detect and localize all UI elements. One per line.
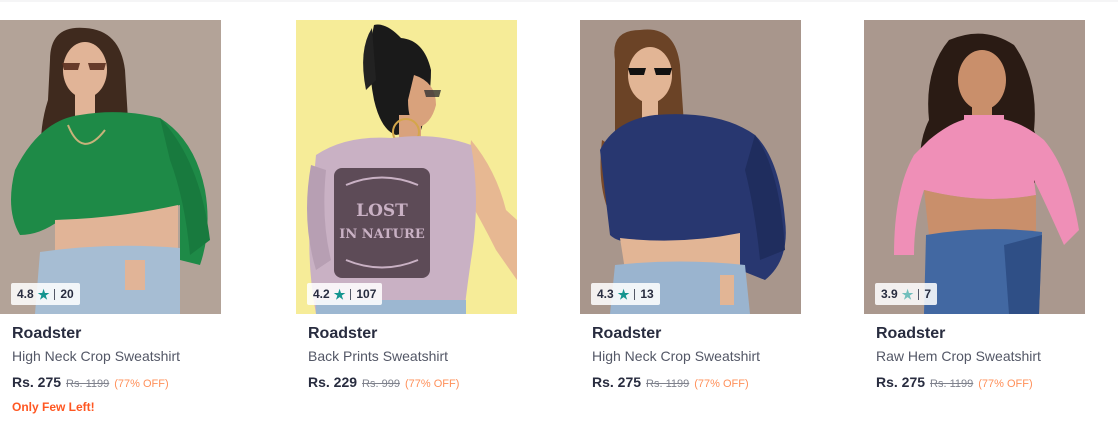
rating-count: 20 bbox=[60, 287, 74, 301]
product-price: Rs. 275 Rs. 1199 (77% OFF) bbox=[876, 374, 1033, 390]
product-price: Rs. 275 Rs. 1199 (77% OFF) bbox=[592, 374, 749, 390]
product-price: Rs. 229 Rs. 999 (77% OFF) bbox=[308, 374, 459, 390]
product-card[interactable]: 4.3 ★ 13 Roadster High Neck Crop Sweatsh… bbox=[580, 20, 801, 420]
discounted-price: Rs. 229 bbox=[308, 374, 358, 390]
star-icon: ★ bbox=[901, 286, 914, 302]
top-divider bbox=[0, 0, 1118, 2]
rating-badge: 3.9 ★ 7 bbox=[875, 283, 938, 305]
rating-count: 7 bbox=[924, 287, 932, 301]
product-brand: Roadster bbox=[876, 325, 946, 342]
discounted-price: Rs. 275 bbox=[12, 374, 62, 390]
discounted-price: Rs. 275 bbox=[876, 374, 926, 390]
discount-percent: (77% OFF) bbox=[404, 378, 460, 390]
svg-text:IN NATURE: IN NATURE bbox=[339, 227, 425, 242]
product-brand: Roadster bbox=[592, 325, 662, 342]
product-photo bbox=[0, 20, 221, 314]
product-brand: Roadster bbox=[12, 325, 82, 342]
product-photo bbox=[580, 20, 801, 314]
rating-value: 3.9 bbox=[881, 287, 898, 301]
product-card[interactable]: LOST IN NATURE 4.2 ★ 107 Roadster Back P… bbox=[296, 20, 517, 420]
product-photo: LOST IN NATURE bbox=[296, 20, 517, 314]
rating-count: 107 bbox=[356, 287, 377, 301]
original-price: Rs. 999 bbox=[362, 378, 400, 390]
rating-value: 4.8 bbox=[17, 287, 34, 301]
discounted-price: Rs. 275 bbox=[592, 374, 642, 390]
rating-value: 4.2 bbox=[313, 287, 330, 301]
rating-value: 4.3 bbox=[597, 287, 614, 301]
product-image[interactable]: 4.8 ★ 20 bbox=[0, 20, 221, 314]
product-name: High Neck Crop Sweatshirt bbox=[592, 348, 761, 364]
rating-badge: 4.3 ★ 13 bbox=[591, 283, 660, 305]
product-price: Rs. 275 Rs. 1199 (77% OFF) bbox=[12, 374, 169, 390]
rating-divider bbox=[350, 288, 352, 300]
product-name: Raw Hem Crop Sweatshirt bbox=[876, 348, 1041, 364]
product-card[interactable]: 4.8 ★ 20 Roadster High Neck Crop Sweatsh… bbox=[0, 20, 221, 420]
original-price: Rs. 1199 bbox=[66, 378, 110, 390]
original-price: Rs. 1199 bbox=[930, 378, 974, 390]
product-card[interactable]: 3.9 ★ 7 Roadster Raw Hem Crop Sweatshirt… bbox=[864, 20, 1085, 420]
rating-divider bbox=[634, 288, 636, 300]
product-image[interactable]: 3.9 ★ 7 bbox=[864, 20, 1085, 314]
svg-text:LOST: LOST bbox=[356, 201, 408, 221]
product-name: Back Prints Sweatshirt bbox=[308, 348, 449, 364]
rating-badge: 4.8 ★ 20 bbox=[11, 283, 80, 305]
rating-badge: 4.2 ★ 107 bbox=[307, 283, 383, 305]
original-price: Rs. 1199 bbox=[646, 378, 690, 390]
star-icon: ★ bbox=[333, 286, 346, 302]
product-image[interactable]: LOST IN NATURE 4.2 ★ 107 bbox=[296, 20, 517, 314]
discount-percent: (77% OFF) bbox=[978, 378, 1033, 390]
rating-divider bbox=[54, 288, 56, 300]
stock-warning: Only Few Left! bbox=[12, 400, 95, 414]
rating-count: 13 bbox=[640, 287, 654, 301]
product-photo bbox=[864, 20, 1085, 314]
discount-percent: (77% OFF) bbox=[694, 378, 749, 390]
star-icon: ★ bbox=[37, 286, 50, 302]
star-icon: ★ bbox=[617, 286, 630, 302]
product-name: High Neck Crop Sweatshirt bbox=[12, 348, 181, 364]
discount-percent: (77% OFF) bbox=[114, 378, 169, 390]
rating-divider bbox=[918, 288, 920, 300]
product-image[interactable]: 4.3 ★ 13 bbox=[580, 20, 801, 314]
product-brand: Roadster bbox=[308, 325, 378, 342]
